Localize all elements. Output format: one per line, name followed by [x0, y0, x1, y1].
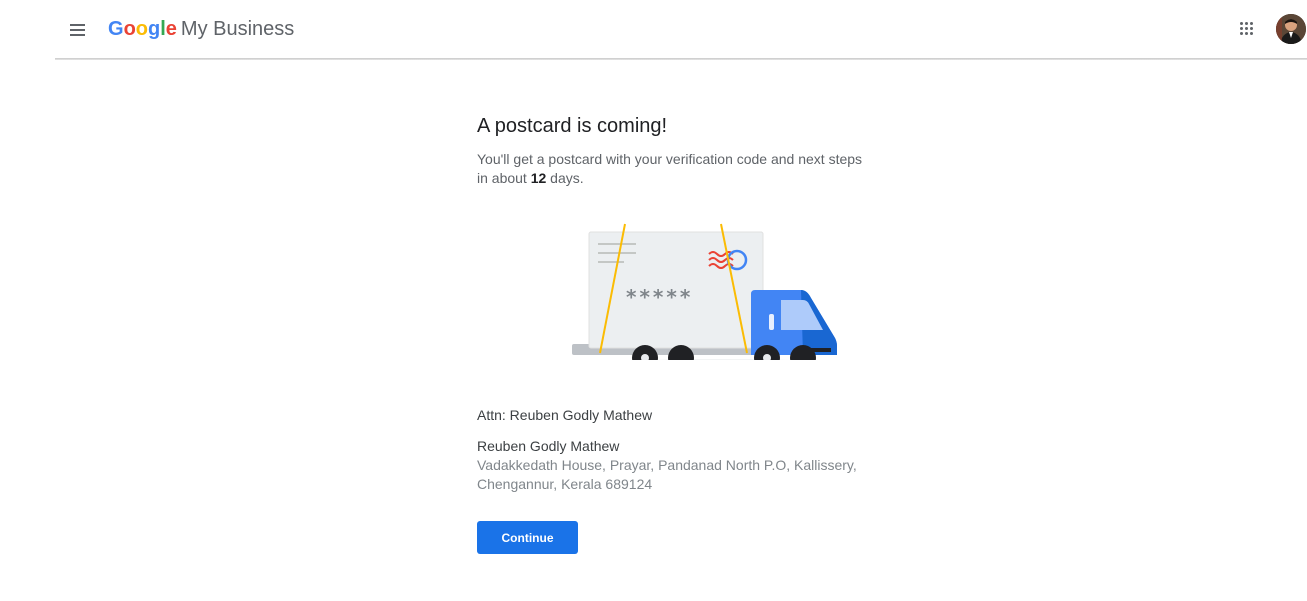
address-lines: Vadakkedath House, Prayar, Pandanad Nort… [477, 457, 857, 492]
avatar-photo [1276, 14, 1306, 44]
continue-button[interactable]: Continue [477, 521, 578, 554]
logo-letter: G [108, 18, 124, 40]
address-name: Reuben Godly Mathew [477, 438, 620, 454]
logo-letter: e [165, 18, 177, 40]
logo-letter: g [148, 18, 161, 40]
logo-letter: o [135, 18, 148, 40]
header-divider [55, 58, 1307, 60]
google-my-business-logo[interactable]: Google My Business [108, 17, 294, 41]
logo-letter: o [123, 18, 136, 40]
page-title: A postcard is coming! [477, 115, 668, 137]
code-mask: ***** [626, 285, 693, 309]
google-wordmark: Google [108, 18, 177, 40]
product-name: My Business [180, 18, 295, 40]
top-app-bar: Google My Business [0, 0, 1307, 58]
days-count: 12 [530, 170, 547, 186]
user-avatar[interactable] [1276, 14, 1306, 44]
page-subtitle: You'll get a postcard with your verifica… [477, 150, 872, 188]
postcard-truck-illustration: ***** [571, 223, 841, 380]
apps-grid-icon[interactable] [1238, 20, 1256, 38]
subtitle-tail: days. [546, 170, 584, 186]
hamburger-menu-icon[interactable] [66, 18, 90, 42]
attention-line: Attn: Reuben Godly Mathew [477, 407, 653, 423]
